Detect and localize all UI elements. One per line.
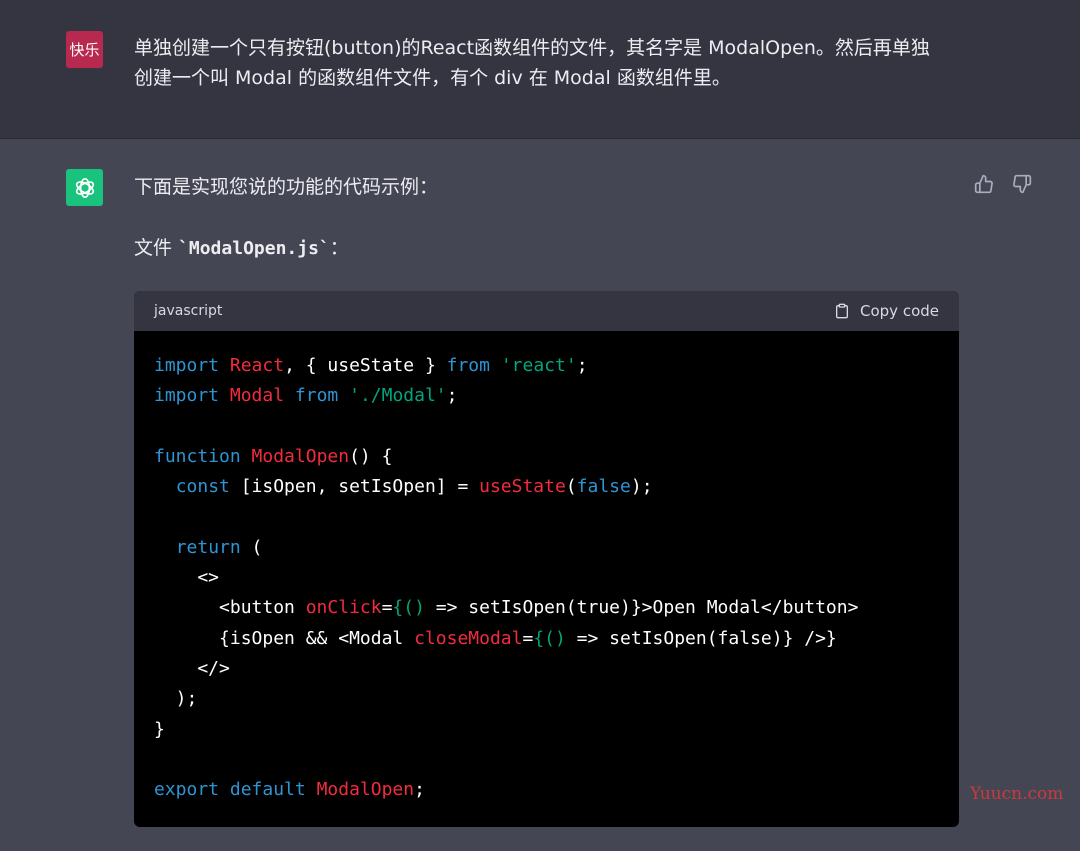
code-token: <button [154, 597, 306, 619]
file-prefix: 文件 [134, 237, 179, 259]
code-token: () { [349, 445, 393, 467]
file-name-line: 文件 `ModalOpen.js`： [134, 233, 349, 264]
code-token: => setIsOpen(false)} />} [576, 627, 837, 649]
code-body: import React, { useState } from 'react';… [134, 331, 959, 805]
file-name-code: `ModalOpen.js` [178, 238, 330, 259]
code-token: {() [533, 627, 577, 649]
feedback-buttons [972, 172, 1034, 196]
assistant-avatar [66, 169, 103, 206]
code-line: function ModalOpen() { [154, 442, 939, 472]
code-token: './Modal' [349, 385, 447, 407]
code-token: import [154, 385, 220, 407]
code-token: React [229, 355, 285, 376]
code-token: from [446, 355, 490, 376]
user-avatar: 快乐 [66, 31, 103, 68]
thumbs-down-icon [1013, 174, 1032, 194]
code-token: , { useState } [284, 355, 447, 376]
code-header: javascript Copy code [134, 291, 959, 331]
code-token: closeModal [414, 627, 523, 649]
user-message-line-1: 单独创建一个只有按钮(button)的React函数组件的文件，其名字是 Mod… [134, 37, 930, 59]
code-token: ( [240, 536, 263, 558]
thumbs-down-button[interactable] [1010, 172, 1034, 196]
file-suffix: ： [329, 237, 349, 259]
code-token: ; [576, 355, 588, 376]
openai-logo-icon [75, 177, 94, 198]
user-message-text: 单独创建一个只有按钮(button)的React函数组件的文件，其名字是 Mod… [134, 33, 974, 93]
code-token: <> [154, 567, 220, 589]
code-token: {() [392, 597, 436, 619]
assistant-message-row: 下面是实现您说的功能的代码示例： 文件 `ModalOpen.js`： java… [0, 139, 1080, 851]
code-token: 'react' [500, 355, 577, 376]
code-token: ); [630, 476, 653, 498]
code-line: <button onClick={() => setIsOpen(true)}>… [154, 593, 939, 623]
code-token: default [229, 779, 306, 801]
code-token: from [294, 385, 339, 407]
code-token: => setIsOpen(true)}>Open Modal</button> [435, 597, 859, 619]
code-token: [isOpen, setIsOpen] = [229, 476, 480, 498]
code-token: ); [154, 688, 198, 710]
code-token: onClick [305, 597, 382, 619]
code-line: <> [154, 563, 939, 593]
thumbs-up-button[interactable] [972, 172, 996, 196]
code-line: import Modal from './Modal'; [154, 381, 939, 411]
code-token: Modal [229, 385, 285, 407]
copy-code-label: Copy code [860, 302, 939, 320]
assistant-intro-text: 下面是实现您说的功能的代码示例： [134, 176, 439, 198]
code-block: javascript Copy code import React, { use… [134, 291, 959, 827]
clipboard-icon [836, 303, 848, 319]
code-token: ( [565, 476, 577, 498]
code-token: const [175, 476, 230, 498]
code-token: function [154, 445, 241, 467]
code-token: return [175, 536, 241, 558]
user-message-line-2: 创建一个叫 Modal 的函数组件文件，有个 div 在 Modal 函数组件里… [134, 67, 731, 89]
code-line: </> [154, 654, 939, 684]
code-token: export [154, 779, 220, 801]
code-language-label: javascript [154, 303, 223, 319]
code-line: {isOpen && <Modal closeModal={() => setI… [154, 624, 939, 654]
code-token: ; [414, 779, 425, 801]
code-token: ModalOpen [251, 445, 350, 467]
code-token: useState [479, 476, 566, 498]
code-token: </> [154, 657, 230, 679]
code-line: return ( [154, 533, 939, 563]
code-line: } [154, 715, 939, 745]
code-token: ; [446, 385, 458, 407]
code-token: = [381, 597, 393, 619]
watermark-text: Yuucn.com [970, 784, 1064, 804]
code-line: export default ModalOpen; [154, 775, 939, 805]
code-token: } [154, 718, 165, 740]
code-token: false [576, 476, 631, 498]
code-token: ModalOpen [316, 779, 415, 801]
user-message-row: 快乐 单独创建一个只有按钮(button)的React函数组件的文件，其名字是 … [0, 0, 1080, 139]
code-line: import React, { useState } from 'react'; [154, 351, 939, 381]
user-avatar-label: 快乐 [69, 41, 100, 59]
code-line: ); [154, 684, 939, 714]
code-line: const [isOpen, setIsOpen] = useState(fal… [154, 472, 939, 502]
code-token: import [154, 355, 220, 376]
code-token: {isOpen && <Modal [154, 627, 415, 649]
copy-code-button[interactable]: Copy code [834, 302, 939, 320]
thumbs-up-icon [974, 174, 993, 194]
code-token: = [522, 627, 534, 649]
